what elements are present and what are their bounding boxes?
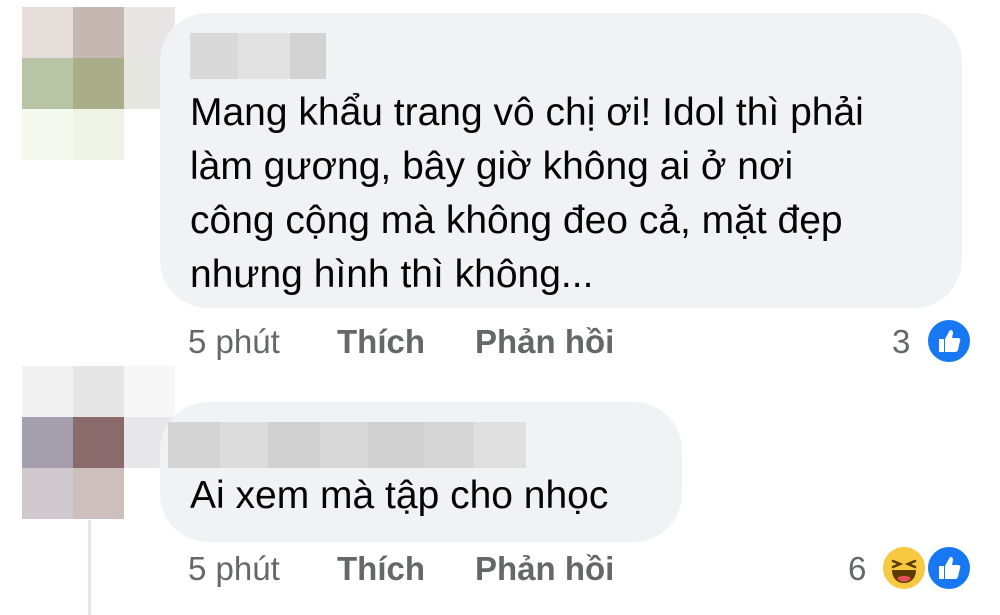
comment-text-line: Ai xem mà tập cho nhọc	[190, 474, 609, 517]
avatar[interactable]	[22, 366, 175, 519]
comment-timestamp[interactable]: 5 phút	[188, 322, 280, 362]
comment-text-line: công cộng mà không đeo cả, mặt đẹp	[190, 199, 843, 242]
reply-button[interactable]: Phản hồi	[475, 549, 614, 589]
haha-icon[interactable]	[880, 544, 928, 592]
comment-timestamp[interactable]: 5 phút	[188, 549, 280, 589]
reaction-count[interactable]: 3	[892, 322, 910, 362]
avatar[interactable]	[22, 7, 175, 160]
comment-text-line: làm gương, bây giờ không ai ở nơi	[190, 145, 794, 188]
like-button[interactable]: Thích	[337, 549, 425, 589]
thread-line	[88, 520, 91, 615]
like-button[interactable]: Thích	[337, 322, 425, 362]
commenter-name-redacted[interactable]	[190, 33, 326, 79]
like-icon[interactable]	[925, 317, 973, 365]
commenter-name-redacted[interactable]	[168, 422, 526, 468]
like-icon[interactable]	[925, 544, 973, 592]
comment-text-line: Mang khẩu trang vô chị ơi! Idol thì phải	[190, 91, 864, 134]
comment-text-line: nhưng hình thì không...	[190, 253, 594, 296]
reaction-count[interactable]: 6	[848, 549, 866, 589]
reply-button[interactable]: Phản hồi	[475, 322, 614, 362]
